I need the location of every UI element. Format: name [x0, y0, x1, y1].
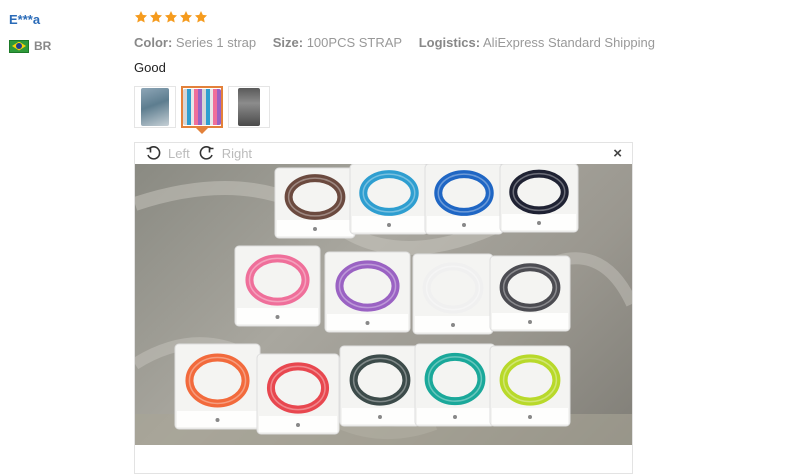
strap-package: [234, 245, 321, 327]
close-icon[interactable]: ×: [613, 145, 622, 162]
strap-package: [414, 343, 496, 427]
rotate-right-button[interactable]: Right: [199, 145, 252, 161]
image-viewer: Left Right ×: [134, 142, 633, 474]
review-text: Good: [134, 60, 166, 75]
country: BR: [9, 39, 51, 53]
strap-package: [174, 343, 261, 430]
strap-package: [339, 345, 421, 427]
user-name[interactable]: E***a: [9, 12, 40, 27]
strap-package: [256, 353, 340, 435]
attr-logistics-value: AliExpress Standard Shipping: [483, 35, 656, 50]
rotate-left-label: Left: [168, 145, 190, 161]
star-icon: [134, 10, 148, 24]
strap-package: [274, 167, 356, 239]
attr-color-key: Color:: [134, 35, 173, 50]
attr-logistics-key: Logistics:: [418, 35, 481, 50]
rotate-left-button[interactable]: Left: [145, 145, 190, 161]
brazil-flag-icon: [9, 39, 29, 53]
review-photo-image: [135, 164, 632, 445]
review-thumbnails: [134, 86, 270, 134]
rotate-right-icon: [199, 146, 214, 160]
strap-package: [424, 164, 504, 235]
star-icon: [179, 10, 193, 24]
attr-size-value: 100PCS STRAP: [306, 35, 403, 50]
strap-package: [324, 251, 411, 333]
attr-size-key: Size:: [272, 35, 304, 50]
review-thumbnail-1[interactable]: [134, 86, 176, 128]
review-photo: [135, 164, 632, 445]
star-icon: [149, 10, 163, 24]
rating-stars: [134, 10, 208, 24]
order-attributes: Color: Series 1 strap Size: 100PCS STRAP…: [134, 35, 668, 50]
star-icon: [164, 10, 178, 24]
country-code: BR: [34, 39, 52, 53]
rotate-left-icon: [146, 146, 161, 160]
strap-package: [499, 164, 579, 233]
star-icon: [194, 10, 208, 24]
strap-package: [349, 164, 429, 235]
viewer-toolbar: Left Right ×: [135, 143, 632, 163]
review-thumbnail-3[interactable]: [228, 86, 270, 128]
review-thumbnail-2[interactable]: [181, 86, 223, 134]
strap-package: [489, 345, 571, 427]
attr-color-value: Series 1 strap: [175, 35, 257, 50]
strap-package: [489, 255, 571, 332]
rotate-right-label: Right: [221, 145, 253, 161]
strap-package: [412, 253, 494, 335]
